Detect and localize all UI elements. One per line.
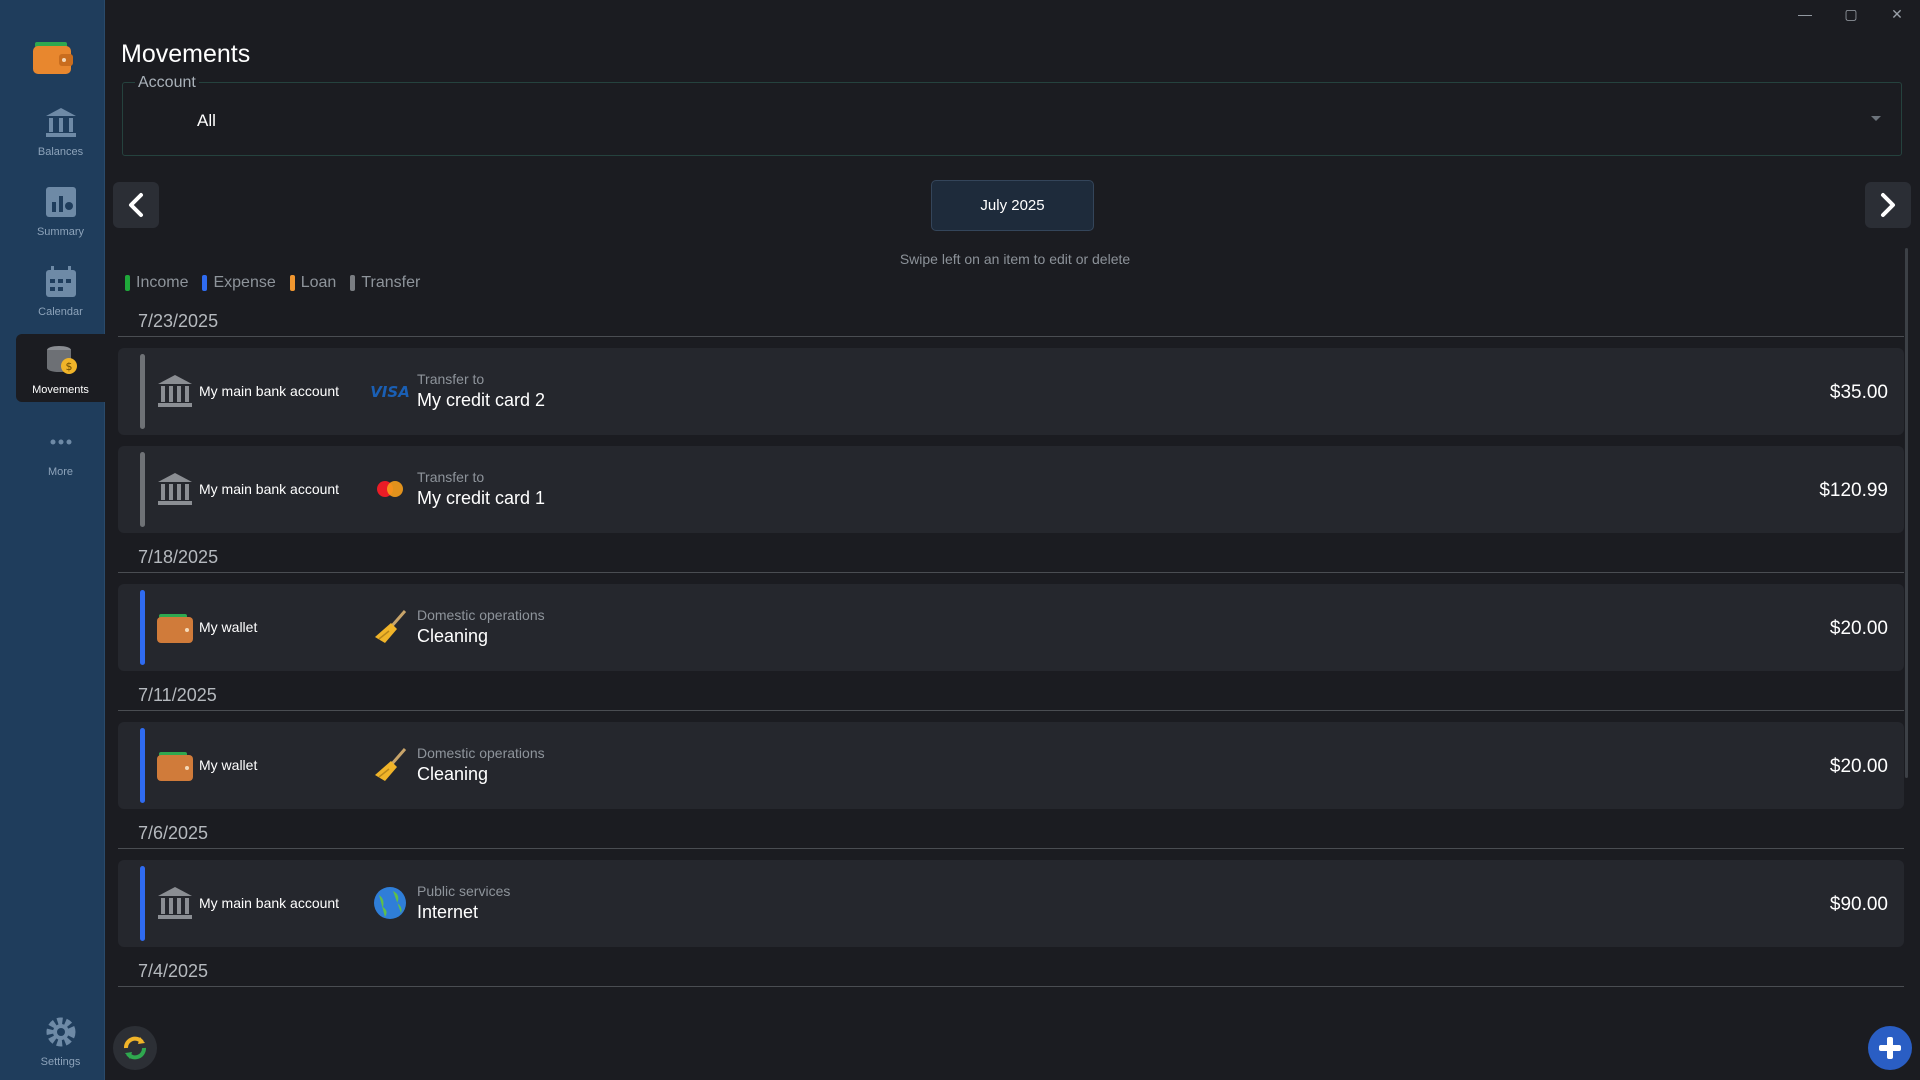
more-icon — [41, 422, 81, 462]
date-header: 7/23/2025 — [118, 308, 1904, 337]
wallet-logo-icon — [33, 36, 75, 74]
movement-category: Domestic operations — [417, 607, 545, 623]
swipe-hint: Swipe left on an item to edit or delete — [899, 251, 1131, 267]
page-title: Movements — [121, 40, 251, 68]
bank-building-icon — [155, 470, 195, 508]
legend-color-marker — [350, 275, 356, 291]
sidebar-item-label: Balances — [37, 146, 84, 158]
legend-item: Loan — [289, 274, 337, 292]
movement-category: Transfer to — [417, 469, 485, 485]
legend-item: Expense — [202, 274, 276, 292]
account-value: All — [197, 111, 216, 130]
movement-amount: $90.00 — [1829, 894, 1888, 915]
legend-label: Transfer — [361, 274, 421, 291]
movement-row[interactable]: My main bank account Transfer to My credit… — [118, 446, 1904, 533]
movement-row[interactable]: My wallet Domestic operations Cleaning $20.… — [118, 584, 1904, 671]
broom-icon — [371, 747, 409, 783]
bank-building-icon — [155, 884, 195, 922]
movement-category: Public services — [417, 883, 511, 899]
legend: Income Expense Loan Transfer — [125, 274, 420, 292]
gear-icon — [41, 1012, 81, 1052]
legend-label: Income — [136, 274, 189, 291]
bank-icon — [41, 102, 81, 142]
legend-label: Expense — [213, 274, 276, 291]
legend-item: Transfer — [350, 274, 420, 292]
sidebar-item-label: Summary — [36, 226, 85, 238]
legend-item: Income — [125, 274, 188, 292]
movement-row[interactable]: My main bank account Public services Inter… — [118, 860, 1904, 947]
previous-month-button[interactable] — [113, 182, 159, 228]
date-header: 7/11/2025 — [118, 682, 1904, 711]
chevron-left-icon — [129, 193, 143, 217]
wallet-icon — [155, 746, 195, 784]
movement-type-indicator — [140, 354, 145, 429]
date-header: 7/6/2025 — [118, 820, 1904, 849]
legend-color-marker — [202, 275, 208, 291]
movement-account-name: My wallet — [199, 757, 258, 773]
account-label: Account — [135, 74, 199, 92]
sidebar-item-more[interactable]: More — [16, 416, 105, 484]
sidebar-item-summary[interactable]: Summary — [16, 176, 105, 244]
date-header: 7/4/2025 — [118, 958, 1904, 987]
main-content: Movements Account All July 2025 Swipe le… — [105, 0, 1920, 1080]
bank-building-icon — [155, 372, 195, 410]
globe-icon — [371, 885, 409, 921]
scrollbar[interactable] — [1905, 248, 1908, 778]
sidebar-item-label: More — [47, 466, 74, 478]
movements-list: 7/23/2025 My main bank account VISA Transfe… — [118, 308, 1904, 998]
sidebar-item-calendar[interactable]: Calendar — [16, 256, 105, 324]
movement-category: Domestic operations — [417, 745, 545, 761]
add-movement-button[interactable] — [1868, 1026, 1912, 1070]
movement-type-indicator — [140, 866, 145, 941]
broom-icon — [371, 609, 409, 645]
movement-type-indicator — [140, 452, 145, 527]
movement-title: My credit card 1 — [417, 488, 546, 508]
account-dropdown[interactable]: Account All — [122, 74, 1902, 156]
settings-label: Settings — [40, 1056, 81, 1068]
movement-title: Cleaning — [417, 626, 489, 646]
coins-icon: $ — [41, 340, 81, 380]
chevron-down-icon — [1871, 116, 1881, 121]
movement-title: Internet — [417, 902, 479, 922]
next-month-button[interactable] — [1865, 182, 1911, 228]
sidebar-item-label: Movements — [32, 384, 89, 396]
movement-amount: $20.00 — [1829, 756, 1888, 777]
movement-account-name: My main bank account — [199, 895, 340, 911]
movement-type-indicator — [140, 728, 145, 803]
movement-type-indicator — [140, 590, 145, 665]
movement-title: My credit card 2 — [417, 390, 546, 410]
wallet-icon — [155, 608, 195, 646]
movement-amount: $120.99 — [1819, 480, 1888, 501]
legend-color-marker — [289, 275, 295, 291]
sidebar-item-label: Calendar — [38, 306, 83, 318]
legend-label: Loan — [300, 274, 337, 291]
movement-amount: $35.00 — [1829, 382, 1888, 403]
date-header: 7/18/2025 — [118, 544, 1904, 573]
movement-row[interactable]: My main bank account VISA Transfer to My cr… — [118, 348, 1904, 435]
mastercard-icon — [371, 471, 409, 507]
movement-account-name: My main bank account — [199, 481, 340, 497]
movement-row[interactable]: My wallet Domestic operations Cleaning $20.… — [118, 722, 1904, 809]
movement-account-name: My wallet — [199, 619, 258, 635]
sidebar-item-balances[interactable]: Balances — [16, 96, 105, 164]
legend-color-marker — [125, 275, 130, 291]
calendar-icon — [41, 262, 81, 302]
movement-account-name: My main bank account — [199, 383, 340, 399]
chart-icon — [41, 182, 81, 222]
movement-title: Cleaning — [417, 764, 489, 784]
visa-card-icon: VISA — [370, 373, 410, 409]
chevron-right-icon — [1881, 193, 1895, 217]
month-selector-button[interactable]: July 2025 — [931, 180, 1094, 231]
svg-text:$: $ — [65, 360, 72, 373]
sidebar-item-movements[interactable]: $ Movements — [16, 334, 105, 402]
svg-text:VISA: VISA — [371, 383, 409, 401]
sync-icon — [124, 1036, 146, 1060]
plus-icon — [1879, 1037, 1901, 1059]
sidebar-item-settings[interactable]: Settings — [16, 1006, 105, 1074]
sidebar: Balances Summary Calendar $ Movements Mo… — [0, 0, 105, 1080]
movement-amount: $20.00 — [1829, 618, 1888, 639]
movement-category: Transfer to — [417, 371, 485, 387]
sync-button[interactable] — [113, 1026, 157, 1070]
